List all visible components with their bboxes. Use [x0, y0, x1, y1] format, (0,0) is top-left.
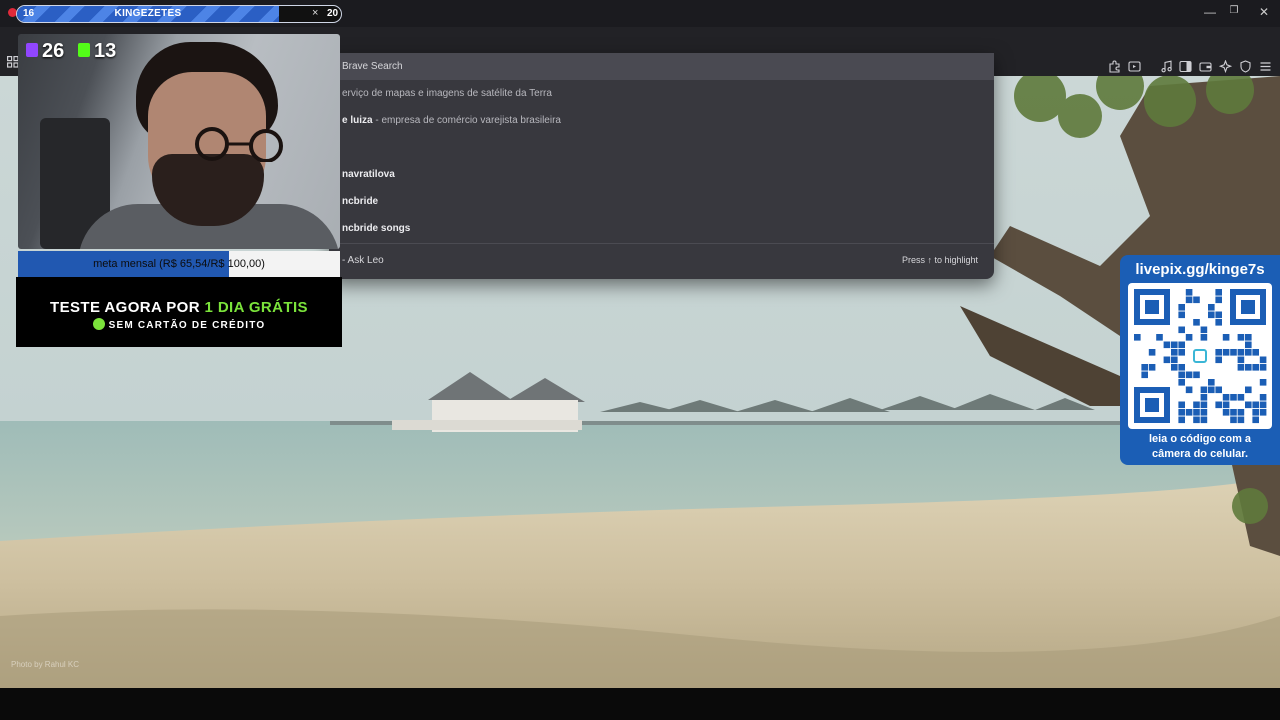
bottom-black-bar — [0, 688, 1280, 720]
kick-viewer-count: 13 — [94, 40, 117, 62]
suggestion-divider — [329, 243, 994, 244]
suggestion-item[interactable]: ncbride songs — [329, 215, 994, 242]
suggestion-item[interactable] — [329, 134, 994, 161]
suggestion-bold: navratilova — [342, 169, 395, 180]
sidebar-icon[interactable] — [1178, 60, 1192, 74]
tab-close-icon[interactable]: × — [312, 7, 318, 19]
title-bar: 16 KINGEZETES × 20 — ❐ ✕ — [0, 0, 1280, 27]
goal-label: meta mensal (R$ 65,54/R$ 100,00) — [18, 251, 340, 277]
ask-leo-label: - Ask Leo — [342, 255, 384, 266]
kick-icon — [78, 43, 90, 57]
suggestion-item[interactable]: navratilova — [329, 161, 994, 188]
promo-line-2: SEM CARTÃO DE CRÉDITO — [16, 318, 342, 331]
suggestion-label: Brave Search — [342, 61, 403, 72]
suggestion-bold: ncbride — [342, 196, 379, 207]
promo-badge-icon — [92, 318, 105, 330]
leo-ai-icon[interactable] — [1218, 59, 1232, 74]
twitch-viewer-count: 26 — [42, 40, 65, 62]
qr-caption-2: câmera do celular. — [1152, 448, 1248, 460]
promo-line-1b: 1 DIA GRÁTIS — [204, 299, 308, 316]
wallet-icon[interactable] — [1198, 60, 1212, 74]
promo-line-1a: TESTE AGORA POR — [50, 299, 205, 316]
promo-line-1: TESTE AGORA POR 1 DIA GRÁTIS — [16, 299, 342, 316]
extensions-icon[interactable] — [1107, 60, 1121, 74]
suggestion-desc: - empresa de comércio varejista brasilei… — [372, 115, 561, 126]
keyboard-hint: Press ↑ to highlight — [901, 255, 978, 265]
goal-text-right: 100,00) — [224, 258, 265, 270]
promo-banner: TESTE AGORA POR 1 DIA GRÁTIS SEM CARTÃO … — [16, 277, 342, 347]
monthly-goal-bar: meta mensal (R$ 65,54/R$ 100,00) — [18, 251, 340, 277]
goal-text-left: meta mensal (R$ 65,54/R$ — [93, 258, 225, 270]
suggestion-bold: ncbride songs — [342, 223, 411, 234]
suggestion-bold: e luiza — [342, 115, 373, 126]
tab-count-right: 20 — [327, 8, 339, 19]
suggestion-desc: erviço de mapas e imagens de satélite da… — [342, 88, 552, 99]
suggestion-brave-search[interactable]: Brave Search — [329, 53, 994, 80]
suggestion-item[interactable]: ncbride — [329, 188, 994, 215]
media-icon[interactable] — [1127, 60, 1141, 74]
photo-credit: Photo by Rahul KC — [11, 660, 80, 669]
omnibox-suggestions: Brave Search erviço de mapas e imagens d… — [329, 53, 994, 279]
music-icon[interactable] — [1159, 60, 1173, 74]
minimize-button[interactable]: — — [1201, 5, 1219, 19]
suggestion-ask-leo[interactable]: - Ask Leo — [329, 247, 994, 274]
qr-code-icon — [1128, 283, 1272, 429]
qr-url: livepix.gg/kinge7s — [1135, 261, 1265, 278]
stream-overlay: 26 13 meta mensal (R$ 65,54/R$ 100,00) T… — [16, 33, 342, 347]
twitch-icon — [26, 43, 38, 57]
screen: 16 KINGEZETES × 20 — ❐ ✕ Photo by Rahul … — [0, 0, 1280, 720]
suggestion-item[interactable]: e luiza - empresa de comércio varejista … — [329, 107, 994, 134]
active-tab[interactable]: 16 KINGEZETES × 20 — [16, 5, 342, 23]
webcam-feed: 26 13 — [18, 34, 340, 249]
close-window-button[interactable]: ✕ — [1255, 5, 1273, 19]
qr-donation-panel: livepix.gg/kinge7s leia o código com a c… — [1120, 255, 1280, 465]
menu-icon[interactable] — [1258, 60, 1272, 74]
glasses-shape — [195, 127, 283, 162]
shield-icon[interactable] — [1238, 60, 1252, 74]
qr-caption-1: leia o código com a — [1148, 433, 1252, 445]
promo-line-2-text: SEM CARTÃO DE CRÉDITO — [108, 320, 266, 331]
suggestion-item[interactable]: erviço de mapas e imagens de satélite da… — [329, 80, 994, 107]
tab-title: KINGEZETES — [114, 8, 182, 19]
restore-button[interactable]: ❐ — [1225, 5, 1243, 16]
